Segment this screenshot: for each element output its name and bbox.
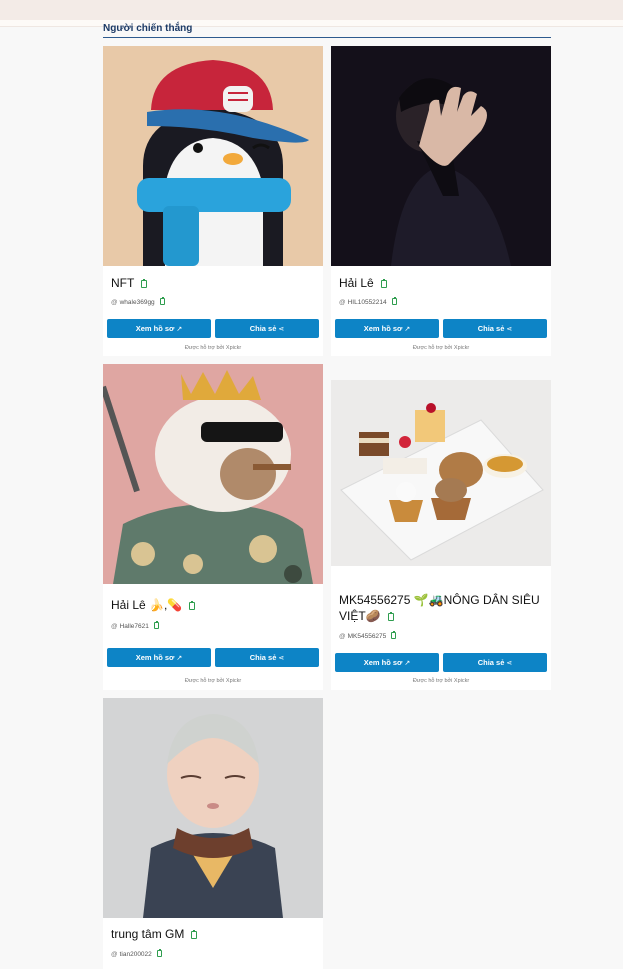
copy-icon[interactable] [159, 297, 165, 305]
powered-by-text: Được hỗ trợ bởi Xpickr [412, 678, 470, 684]
share-icon: ⋖ [278, 326, 285, 333]
top-bar-strip [0, 20, 623, 27]
card-name: NFT [111, 275, 317, 291]
username-text: HIL10552214 [347, 299, 387, 306]
copy-icon[interactable] [153, 621, 159, 629]
capybara-avatar-image[interactable] [103, 364, 323, 584]
view-profile-button[interactable]: Xem hồ sơ ↗ [107, 319, 211, 338]
external-link-icon: ↗ [176, 326, 183, 333]
copy-icon[interactable] [189, 601, 196, 610]
powered-by-text: Được hỗ trợ bởi Xpickr [184, 678, 242, 684]
dessert-photo-image[interactable] [331, 380, 551, 566]
top-bar [0, 0, 623, 20]
at-icon: @ [111, 951, 118, 958]
copy-icon[interactable] [191, 930, 198, 939]
winner-card: trung tâm GM @ tian200022 [103, 698, 323, 969]
card-username: @ HIL10552214 [339, 297, 397, 307]
card-name: trung tâm GM [111, 926, 317, 942]
copy-icon[interactable] [391, 297, 397, 305]
view-profile-button[interactable]: Xem hồ sơ ↗ [335, 653, 439, 672]
section-divider [103, 37, 551, 38]
card-name-text: NFT [111, 276, 135, 290]
at-icon: @ [111, 299, 118, 306]
copy-icon[interactable] [156, 949, 162, 957]
winner-card: Hải Lê @ HIL10552214 Xem hồ sơ ↗ Chia sẻ ⋖ … [331, 46, 551, 356]
username-text: MK54556275 [347, 633, 387, 640]
winner-card: Hải Lê 🍌,💊 @ Halle7621 Xem hồ sơ ↗ Chia sẻ… [103, 364, 323, 690]
card-username: @ MK54556275 [339, 631, 397, 641]
powered-by-text: Được hỗ trợ bởi Xpickr [184, 345, 242, 351]
copy-icon[interactable] [391, 631, 397, 639]
card-name: Hải Lê 🍌,💊 [111, 597, 317, 613]
share-icon: ⋖ [506, 326, 513, 333]
external-link-icon: ↗ [404, 326, 411, 333]
card-name-text: Hải Lê [339, 276, 374, 290]
external-link-icon: ↗ [176, 655, 183, 662]
share-button[interactable]: Chia sẻ ⋖ [443, 653, 547, 672]
username-text: tian200022 [119, 951, 152, 958]
monk-avatar-image[interactable] [103, 698, 323, 918]
card-name: Hải Lê [339, 275, 545, 291]
at-icon: @ [111, 623, 118, 630]
view-profile-button[interactable]: Xem hồ sơ ↗ [335, 319, 439, 338]
card-name-text: trung tâm GM [111, 927, 185, 941]
at-icon: @ [339, 633, 346, 640]
at-icon: @ [339, 299, 346, 306]
winner-card: MK54556275 🌱🚜NÔNG DÂN SIÊU VIỆT🥔 @ MK5455… [331, 380, 551, 690]
man-photo-image[interactable] [331, 46, 551, 266]
card-username: @ tian200022 [111, 949, 162, 959]
card-name-text: MK54556275 🌱🚜NÔNG DÂN SIÊU VIỆT🥔 [339, 593, 540, 623]
copy-icon[interactable] [387, 612, 394, 621]
card-username: @ Halle7621 [111, 621, 159, 631]
view-profile-button[interactable]: Xem hồ sơ ↗ [107, 648, 211, 667]
card-name: MK54556275 🌱🚜NÔNG DÂN SIÊU VIỆT🥔 [339, 592, 545, 624]
section-title: Người chiến thắng [103, 23, 193, 34]
copy-icon[interactable] [380, 279, 387, 288]
share-button[interactable]: Chia sẻ ⋖ [215, 319, 319, 338]
share-button[interactable]: Chia sẻ ⋖ [215, 648, 319, 667]
powered-by-text: Được hỗ trợ bởi Xpickr [412, 345, 470, 351]
card-username: @ whale369gg [111, 297, 165, 307]
share-button[interactable]: Chia sẻ ⋖ [443, 319, 547, 338]
share-icon: ⋖ [278, 655, 285, 662]
share-icon: ⋖ [506, 660, 513, 667]
winner-card: NFT @ whale369gg Xem hồ sơ ↗ Chia sẻ ⋖ Được… [103, 46, 323, 356]
copy-icon[interactable] [141, 279, 148, 288]
penguin-avatar-image[interactable] [103, 46, 323, 266]
card-name-text: Hải Lê 🍌,💊 [111, 598, 183, 612]
external-link-icon: ↗ [404, 660, 411, 667]
username-text: whale369gg [119, 299, 155, 306]
username-text: Halle7621 [119, 623, 149, 630]
